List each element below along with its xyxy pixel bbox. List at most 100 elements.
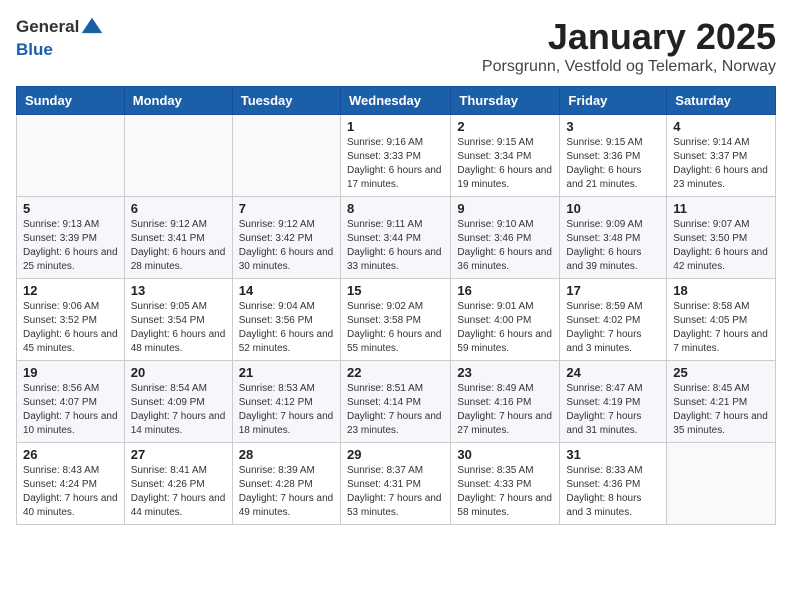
- calendar-cell: 18 Sunrise: 8:58 AMSunset: 4:05 PMDayligh…: [667, 279, 776, 361]
- column-header-monday: Monday: [124, 87, 232, 115]
- calendar-cell: [667, 443, 776, 525]
- day-number: 8: [347, 201, 444, 216]
- day-number: 18: [673, 283, 769, 298]
- calendar-cell: 1Sunrise: 9:16 AMSunset: 3:33 PMDaylight…: [340, 115, 450, 197]
- day-number: 9: [457, 201, 553, 216]
- calendar-cell: 25 Sunrise: 8:45 AMSunset: 4:21 PMDayligh…: [667, 361, 776, 443]
- calendar-cell: 30 Sunrise: 8:35 AMSunset: 4:33 PMDayligh…: [451, 443, 560, 525]
- column-header-sunday: Sunday: [17, 87, 125, 115]
- calendar-cell: 10 Sunrise: 9:09 AMSunset: 3:48 PMDayligh…: [560, 197, 667, 279]
- page-header: General Blue January 2025 Porsgrunn, Ves…: [16, 16, 776, 76]
- day-info: Sunrise: 9:13 AMSunset: 3:39 PMDaylight:…: [23, 218, 118, 274]
- day-info: Sunrise: 8:53 AMSunset: 4:12 PMDaylight:…: [239, 382, 334, 438]
- calendar-cell: 23Sunrise: 8:49 AMSunset: 4:16 PMDayligh…: [451, 361, 560, 443]
- calendar-cell: [17, 115, 125, 197]
- day-number: 29: [347, 447, 444, 462]
- day-number: 25: [673, 365, 769, 380]
- day-info: Sunrise: 8:37 AMSunset: 4:31 PMDaylight:…: [347, 464, 444, 520]
- day-info: Sunrise: 8:45 AMSunset: 4:21 PMDaylight:…: [673, 382, 769, 438]
- calendar-cell: 7 Sunrise: 9:12 AMSunset: 3:42 PMDaylight…: [232, 197, 340, 279]
- calendar-week-row: 19Sunrise: 8:56 AMSunset: 4:07 PMDayligh…: [17, 361, 776, 443]
- day-info: Sunrise: 9:02 AMSunset: 3:58 PMDaylight:…: [347, 300, 444, 356]
- day-info: Sunrise: 9:15 AMSunset: 3:36 PMDaylight:…: [566, 136, 660, 192]
- day-info: Sunrise: 9:06 AMSunset: 3:52 PMDaylight:…: [23, 300, 118, 356]
- day-number: 10: [566, 201, 660, 216]
- calendar-cell: 21 Sunrise: 8:53 AMSunset: 4:12 PMDayligh…: [232, 361, 340, 443]
- calendar-cell: 5 Sunrise: 9:13 AMSunset: 3:39 PMDaylight…: [17, 197, 125, 279]
- calendar-subtitle: Porsgrunn, Vestfold og Telemark, Norway: [482, 58, 776, 76]
- day-info: Sunrise: 9:12 AMSunset: 3:42 PMDaylight:…: [239, 218, 334, 274]
- calendar-cell: 20 Sunrise: 8:54 AMSunset: 4:09 PMDayligh…: [124, 361, 232, 443]
- title-block: January 2025 Porsgrunn, Vestfold og Tele…: [482, 16, 776, 76]
- day-number: 20: [131, 365, 226, 380]
- day-number: 7: [239, 201, 334, 216]
- day-info: Sunrise: 9:14 AMSunset: 3:37 PMDaylight:…: [673, 136, 769, 192]
- day-number: 5: [23, 201, 118, 216]
- day-info: Sunrise: 8:33 AMSunset: 4:36 PMDaylight:…: [566, 464, 660, 520]
- calendar-title: January 2025: [482, 16, 776, 58]
- day-info: Sunrise: 9:09 AMSunset: 3:48 PMDaylight:…: [566, 218, 660, 274]
- calendar-cell: 14 Sunrise: 9:04 AMSunset: 3:56 PMDayligh…: [232, 279, 340, 361]
- calendar-cell: 27 Sunrise: 8:41 AMSunset: 4:26 PMDayligh…: [124, 443, 232, 525]
- day-info: Sunrise: 9:04 AMSunset: 3:56 PMDaylight:…: [239, 300, 334, 356]
- day-info: Sunrise: 8:59 AMSunset: 4:02 PMDaylight:…: [566, 300, 660, 356]
- day-number: 21: [239, 365, 334, 380]
- day-number: 27: [131, 447, 226, 462]
- day-number: 17: [566, 283, 660, 298]
- day-info: Sunrise: 9:15 AMSunset: 3:34 PMDaylight:…: [457, 136, 553, 192]
- calendar-cell: 17 Sunrise: 8:59 AMSunset: 4:02 PMDayligh…: [560, 279, 667, 361]
- calendar-cell: 19Sunrise: 8:56 AMSunset: 4:07 PMDayligh…: [17, 361, 125, 443]
- calendar-cell: 4Sunrise: 9:14 AMSunset: 3:37 PMDaylight…: [667, 115, 776, 197]
- calendar-cell: 2 Sunrise: 9:15 AMSunset: 3:34 PMDaylight…: [451, 115, 560, 197]
- calendar-cell: 11 Sunrise: 9:07 AMSunset: 3:50 PMDayligh…: [667, 197, 776, 279]
- day-info: Sunrise: 9:12 AMSunset: 3:41 PMDaylight:…: [131, 218, 226, 274]
- day-info: Sunrise: 9:11 AMSunset: 3:44 PMDaylight:…: [347, 218, 444, 274]
- calendar-cell: [232, 115, 340, 197]
- day-number: 16: [457, 283, 553, 298]
- calendar-header-row: SundayMondayTuesdayWednesdayThursdayFrid…: [17, 87, 776, 115]
- calendar-cell: 6 Sunrise: 9:12 AMSunset: 3:41 PMDaylight…: [124, 197, 232, 279]
- logo-blue-text: Blue: [16, 40, 53, 59]
- day-number: 13: [131, 283, 226, 298]
- calendar-cell: 8 Sunrise: 9:11 AMSunset: 3:44 PMDaylight…: [340, 197, 450, 279]
- calendar-cell: [124, 115, 232, 197]
- calendar-cell: 31 Sunrise: 8:33 AMSunset: 4:36 PMDayligh…: [560, 443, 667, 525]
- day-number: 1: [347, 119, 444, 134]
- day-number: 30: [457, 447, 553, 462]
- day-number: 12: [23, 283, 118, 298]
- day-info: Sunrise: 8:54 AMSunset: 4:09 PMDaylight:…: [131, 382, 226, 438]
- day-info: Sunrise: 9:01 AMSunset: 4:00 PMDaylight:…: [457, 300, 553, 356]
- day-info: Sunrise: 9:10 AMSunset: 3:46 PMDaylight:…: [457, 218, 553, 274]
- calendar-cell: 29 Sunrise: 8:37 AMSunset: 4:31 PMDayligh…: [340, 443, 450, 525]
- logo-text: General Blue: [16, 16, 105, 60]
- calendar-cell: 16 Sunrise: 9:01 AMSunset: 4:00 PMDayligh…: [451, 279, 560, 361]
- calendar-cell: 24Sunrise: 8:47 AMSunset: 4:19 PMDayligh…: [560, 361, 667, 443]
- calendar-cell: 9 Sunrise: 9:10 AMSunset: 3:46 PMDaylight…: [451, 197, 560, 279]
- day-number: 11: [673, 201, 769, 216]
- calendar-week-row: 1Sunrise: 9:16 AMSunset: 3:33 PMDaylight…: [17, 115, 776, 197]
- day-info: Sunrise: 8:58 AMSunset: 4:05 PMDaylight:…: [673, 300, 769, 356]
- day-number: 15: [347, 283, 444, 298]
- day-info: Sunrise: 8:49 AMSunset: 4:16 PMDaylight:…: [457, 382, 553, 438]
- day-number: 14: [239, 283, 334, 298]
- day-number: 2: [457, 119, 553, 134]
- day-number: 19: [23, 365, 118, 380]
- day-number: 24: [566, 365, 660, 380]
- day-number: 28: [239, 447, 334, 462]
- calendar-cell: 15 Sunrise: 9:02 AMSunset: 3:58 PMDayligh…: [340, 279, 450, 361]
- calendar-table: SundayMondayTuesdayWednesdayThursdayFrid…: [16, 86, 776, 525]
- calendar-cell: 22Sunrise: 8:51 AMSunset: 4:14 PMDayligh…: [340, 361, 450, 443]
- day-info: Sunrise: 8:35 AMSunset: 4:33 PMDaylight:…: [457, 464, 553, 520]
- calendar-week-row: 26Sunrise: 8:43 AMSunset: 4:24 PMDayligh…: [17, 443, 776, 525]
- day-number: 31: [566, 447, 660, 462]
- logo: General Blue: [16, 16, 105, 60]
- day-info: Sunrise: 8:39 AMSunset: 4:28 PMDaylight:…: [239, 464, 334, 520]
- day-number: 6: [131, 201, 226, 216]
- day-info: Sunrise: 9:07 AMSunset: 3:50 PMDaylight:…: [673, 218, 769, 274]
- column-header-wednesday: Wednesday: [340, 87, 450, 115]
- day-number: 22: [347, 365, 444, 380]
- calendar-week-row: 5 Sunrise: 9:13 AMSunset: 3:39 PMDaylight…: [17, 197, 776, 279]
- calendar-cell: 12 Sunrise: 9:06 AMSunset: 3:52 PMDayligh…: [17, 279, 125, 361]
- day-info: Sunrise: 8:41 AMSunset: 4:26 PMDaylight:…: [131, 464, 226, 520]
- calendar-cell: 13Sunrise: 9:05 AMSunset: 3:54 PMDayligh…: [124, 279, 232, 361]
